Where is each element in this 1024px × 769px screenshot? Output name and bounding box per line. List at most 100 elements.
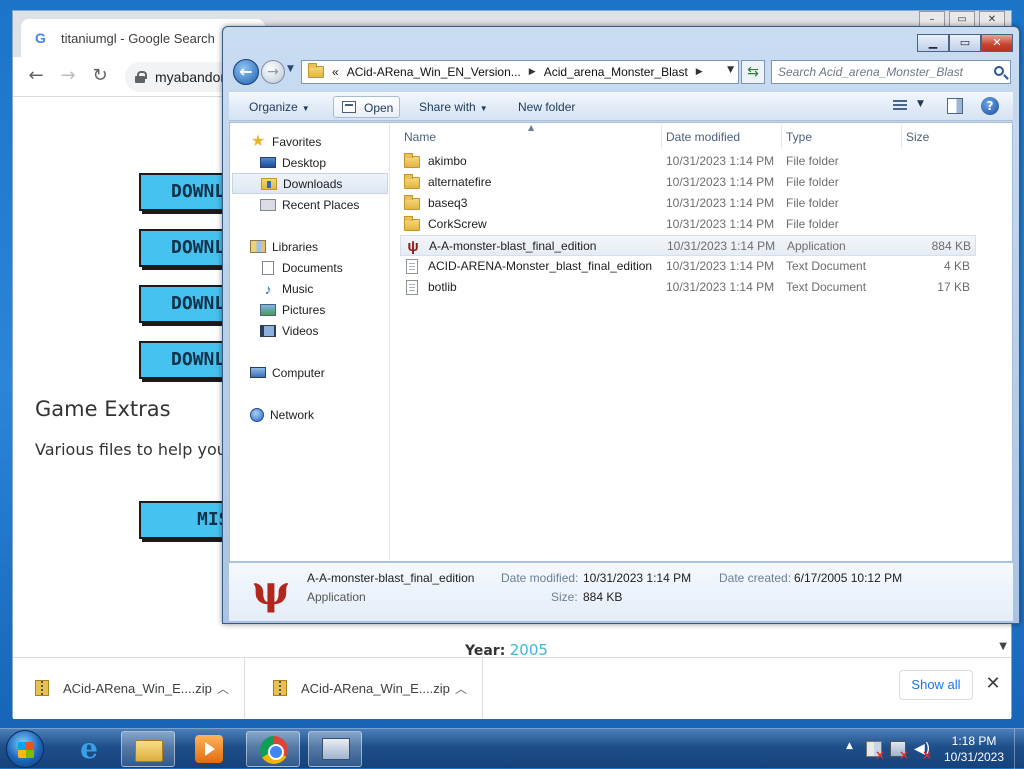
- reload-icon[interactable]: ↻: [87, 65, 113, 89]
- help-icon[interactable]: ?: [981, 97, 999, 115]
- details-pane: ψ A-A-monster-blast_final_edition Applic…: [229, 563, 1013, 621]
- recent-pages-chevron-icon[interactable]: ▼: [287, 64, 294, 74]
- nav-videos[interactable]: Videos: [230, 320, 388, 341]
- close-button[interactable]: ✕: [981, 34, 1013, 52]
- nav-computer[interactable]: Computer: [230, 362, 388, 383]
- nav-libraries[interactable]: Libraries: [230, 236, 388, 257]
- nav-label: Recent Places: [282, 197, 360, 212]
- back-arrow-icon[interactable]: ←: [233, 59, 259, 85]
- forward-arrow-icon[interactable]: →: [55, 65, 81, 89]
- scroll-down-arrow-icon[interactable]: ▼: [999, 641, 1007, 652]
- nav-label: Computer: [272, 365, 325, 380]
- details-file-name: A-A-monster-blast_final_edition: [307, 571, 475, 585]
- file-row[interactable]: CorkScrew 10/31/2023 1:14 PM File folder: [400, 214, 976, 235]
- nav-desktop[interactable]: Desktop: [230, 152, 388, 173]
- nav-network[interactable]: Network: [230, 404, 388, 425]
- nav-pictures[interactable]: Pictures: [230, 299, 388, 320]
- file-row[interactable]: akimbo 10/31/2023 1:14 PM File folder: [400, 151, 976, 172]
- file-name-cell: alternatefire: [404, 172, 491, 193]
- column-header-name[interactable]: Name: [400, 125, 662, 149]
- taskbar-media-player[interactable]: [182, 731, 236, 767]
- forward-arrow-icon[interactable]: →: [261, 60, 285, 84]
- details-date-created-value: 6/17/2005 10:12 PM: [794, 571, 903, 585]
- folder-icon: [308, 63, 324, 78]
- file-size: [890, 151, 970, 172]
- back-arrow-icon[interactable]: ←: [23, 65, 49, 89]
- organize-label: Organize: [249, 100, 298, 114]
- breadcrumb-segment-1[interactable]: ACid-ARena_Win_EN_Version...: [347, 65, 521, 79]
- show-all-button[interactable]: Show all: [899, 670, 973, 700]
- file-size: [890, 214, 970, 235]
- nav-music[interactable]: ♪ Music: [230, 278, 388, 299]
- chevron-up-icon[interactable]: ︿: [213, 680, 233, 697]
- file-row[interactable]: botlib 10/31/2023 1:14 PM Text Document 17 …: [400, 277, 976, 298]
- download-item-2[interactable]: ACid-ARena_Win_E....zip ︿: [251, 658, 483, 718]
- show-hidden-icons-arrow-icon[interactable]: ▲: [846, 741, 853, 751]
- taskbar-windows-explorer[interactable]: [121, 731, 175, 767]
- file-type: File folder: [786, 175, 839, 189]
- breadcrumb-arrow-icon[interactable]: ▶: [529, 67, 536, 77]
- chevron-down-icon[interactable]: ▼: [917, 99, 924, 109]
- navigation-pane: ★ Favorites Desktop Downloads Recent Pla…: [230, 123, 390, 561]
- breadcrumb-overflow[interactable]: «: [332, 65, 339, 79]
- breadcrumb-arrow-icon[interactable]: ▶: [696, 67, 703, 77]
- file-name-cell: ψ A-A-monster-blast_final_edition: [405, 236, 596, 257]
- new-folder-button[interactable]: New folder: [512, 96, 581, 118]
- folder-icon: [404, 173, 420, 189]
- chevron-up-icon[interactable]: ︿: [451, 680, 471, 697]
- nav-recent-places[interactable]: Recent Places: [230, 194, 388, 215]
- views-icon[interactable]: [893, 100, 907, 112]
- volume-muted-icon[interactable]: ◀): [914, 741, 932, 763]
- file-size: 4 KB: [943, 259, 970, 273]
- file-name-cell: akimbo: [404, 151, 467, 172]
- address-dropdown-icon[interactable]: ▼: [727, 65, 734, 75]
- libraries-icon: [250, 240, 266, 253]
- column-header-date-modified[interactable]: Date modified: [662, 125, 782, 149]
- file-row[interactable]: ACID-ARENA-Monster_blast_final_edition 10…: [400, 256, 976, 277]
- file-row[interactable]: ψ A-A-monster-blast_final_edition 10/31/20…: [400, 235, 976, 256]
- open-button[interactable]: Open: [333, 96, 401, 118]
- action-center-icon[interactable]: [866, 741, 885, 762]
- nav-downloads[interactable]: Downloads: [232, 173, 388, 194]
- file-name-cell: CorkScrew: [404, 214, 487, 235]
- nav-label: Videos: [282, 323, 319, 338]
- breadcrumb-segment-2[interactable]: Acid_arena_Monster_Blast: [544, 65, 688, 79]
- internet-explorer-icon: e: [80, 732, 98, 765]
- file-list: ▲ Name Date modified Type Size akimbo 10/…: [390, 123, 1012, 561]
- nav-favorites[interactable]: ★ Favorites: [230, 131, 388, 152]
- maximize-button[interactable]: ▭: [949, 34, 981, 52]
- nav-documents[interactable]: Documents: [230, 257, 388, 278]
- file-row[interactable]: baseq3 10/31/2023 1:14 PM File folder: [400, 193, 976, 214]
- taskbar-internet-explorer[interactable]: e: [62, 731, 116, 767]
- address-breadcrumb[interactable]: « ACid-ARena_Win_EN_Version... ▶ Acid_ar…: [301, 60, 739, 84]
- start-button[interactable]: [6, 730, 44, 768]
- file-size: [890, 172, 970, 193]
- taskbar-chrome[interactable]: [246, 731, 300, 767]
- music-icon: ♪: [264, 280, 272, 297]
- text-document-icon: [406, 280, 418, 295]
- organize-button[interactable]: Organize ▼: [243, 96, 316, 118]
- show-desktop-button[interactable]: [1014, 729, 1024, 769]
- preview-pane-icon[interactable]: [947, 98, 963, 114]
- taskbar-remote-desktop[interactable]: [308, 731, 362, 767]
- command-bar: Organize ▼ Open Share with ▼ New folder ▼ …: [229, 91, 1013, 121]
- chrome-tab-title: titaniumgl - Google Search: [61, 30, 215, 46]
- system-clock[interactable]: 1:18 PM 10/31/2023: [938, 733, 1010, 765]
- column-header-size[interactable]: Size: [902, 125, 982, 149]
- details-date-created-label: Date created:: [719, 571, 792, 585]
- file-size: [890, 193, 970, 214]
- share-with-button[interactable]: Share with ▼: [413, 96, 494, 118]
- download-item-1[interactable]: ACid-ARena_Win_E....zip ︿: [13, 658, 245, 718]
- search-input[interactable]: Search Acid_arena_Monster_Blast: [771, 60, 1011, 84]
- refresh-icon[interactable]: ⇆: [741, 60, 765, 84]
- file-date-modified: 10/31/2023 1:14 PM: [666, 154, 775, 168]
- application-icon: ψ: [407, 237, 419, 255]
- details-date-modified-label: Date modified:: [501, 571, 579, 585]
- column-header-type[interactable]: Type: [782, 125, 902, 149]
- file-row[interactable]: alternatefire 10/31/2023 1:14 PM File fold…: [400, 172, 976, 193]
- zip-file-icon: [35, 680, 49, 696]
- clock-date: 10/31/2023: [943, 750, 1005, 764]
- network-status-icon[interactable]: [890, 741, 909, 762]
- minimize-button[interactable]: ▁: [917, 34, 949, 52]
- close-icon[interactable]: ✕: [981, 672, 1005, 696]
